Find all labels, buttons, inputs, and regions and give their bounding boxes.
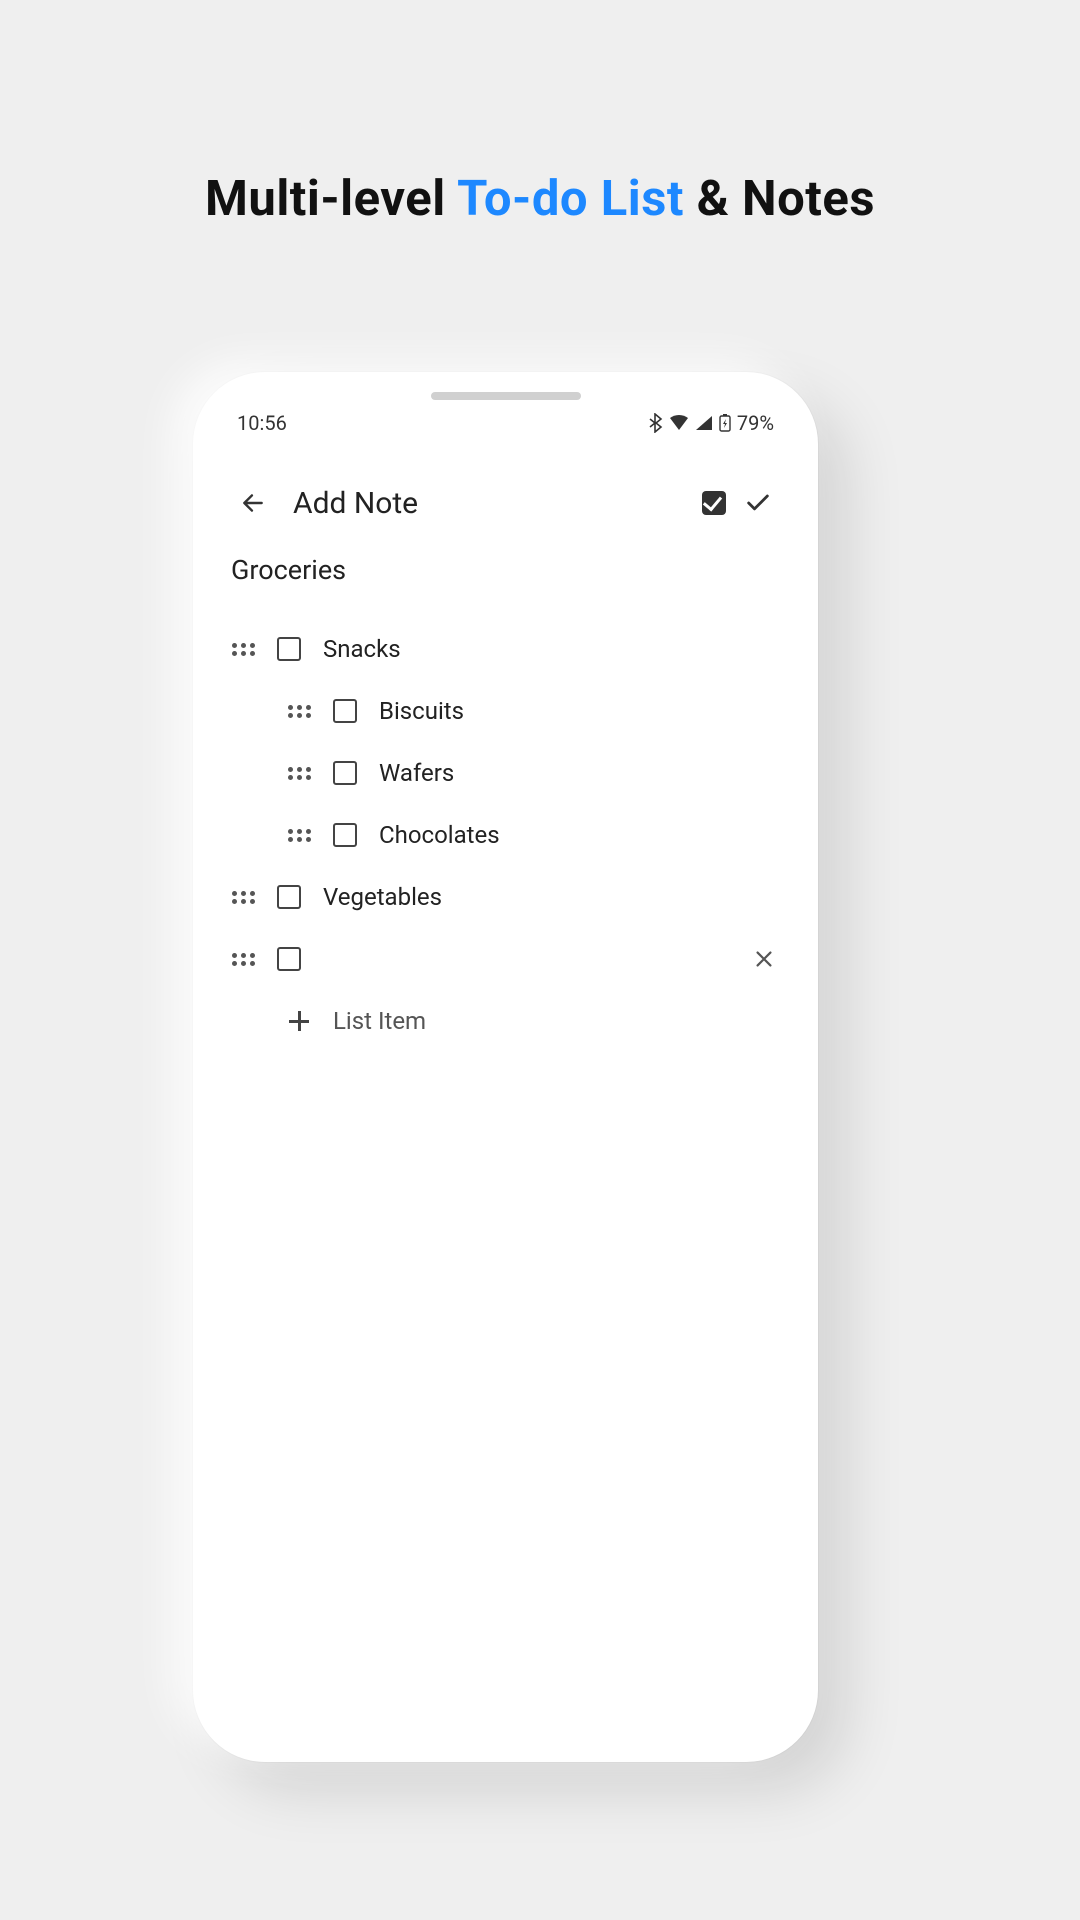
- item-text-input[interactable]: Vegetables: [323, 883, 442, 911]
- drag-handle-icon[interactable]: [231, 885, 255, 909]
- item-text-input[interactable]: Wafers: [379, 759, 454, 787]
- app-bar: Add Note: [207, 468, 804, 538]
- check-icon: [744, 489, 772, 517]
- item-checkbox[interactable]: [277, 885, 301, 909]
- add-list-item-label: List Item: [333, 1007, 426, 1035]
- note-content-area: Groceries Snacks Biscuits Wafers Chocolates…: [207, 554, 804, 1748]
- item-checkbox[interactable]: [333, 761, 357, 785]
- arrow-left-icon: [240, 490, 266, 516]
- item-text-input[interactable]: Biscuits: [379, 697, 464, 725]
- bluetooth-icon: [649, 413, 663, 433]
- headline-accent: To-do List: [457, 170, 684, 227]
- item-checkbox[interactable]: [333, 823, 357, 847]
- status-time: 10:56: [237, 411, 287, 435]
- item-checkbox[interactable]: [333, 699, 357, 723]
- drag-handle-icon[interactable]: [231, 947, 255, 971]
- drag-handle-icon[interactable]: [287, 761, 311, 785]
- save-button[interactable]: [736, 481, 780, 525]
- cell-signal-icon: [695, 415, 713, 431]
- battery-icon: [719, 414, 731, 432]
- list-item: Wafers: [231, 742, 780, 804]
- item-text-input[interactable]: Chocolates: [379, 821, 500, 849]
- remove-item-button[interactable]: [748, 943, 780, 975]
- list-item: Snacks: [231, 618, 780, 680]
- plus-icon: [287, 1009, 311, 1033]
- checklist: Snacks Biscuits Wafers Chocolates Vegetables: [231, 618, 780, 990]
- status-right: 79%: [649, 411, 774, 435]
- item-checkbox[interactable]: [277, 947, 301, 971]
- device-speaker-notch: [431, 392, 581, 400]
- status-battery-pct: 79%: [737, 411, 774, 435]
- device-screen: 10:56 79% Add Note Groceries: [207, 386, 804, 1748]
- drag-handle-icon[interactable]: [287, 699, 311, 723]
- status-bar: 10:56 79%: [207, 408, 804, 438]
- drag-handle-icon[interactable]: [287, 823, 311, 847]
- device-frame: 10:56 79% Add Note Groceries: [193, 372, 818, 1762]
- back-button[interactable]: [231, 481, 275, 525]
- headline-pre: Multi-level: [205, 170, 457, 227]
- list-item: Biscuits: [231, 680, 780, 742]
- list-item: Chocolates: [231, 804, 780, 866]
- drag-handle-icon[interactable]: [231, 637, 255, 661]
- wifi-icon: [669, 415, 689, 431]
- toggle-checkboxes-button[interactable]: [692, 481, 736, 525]
- item-checkbox[interactable]: [277, 637, 301, 661]
- list-item: [231, 928, 780, 990]
- headline-post: & Notes: [684, 170, 875, 227]
- add-list-item-row[interactable]: List Item: [231, 990, 780, 1052]
- list-item: Vegetables: [231, 866, 780, 928]
- marketing-headline: Multi-level To-do List & Notes: [0, 170, 1080, 227]
- checkbox-filled-icon: [702, 491, 726, 515]
- app-bar-title: Add Note: [293, 486, 418, 521]
- close-icon: [753, 948, 775, 970]
- note-title-input[interactable]: Groceries: [231, 554, 780, 586]
- item-text-input[interactable]: Snacks: [323, 635, 401, 663]
